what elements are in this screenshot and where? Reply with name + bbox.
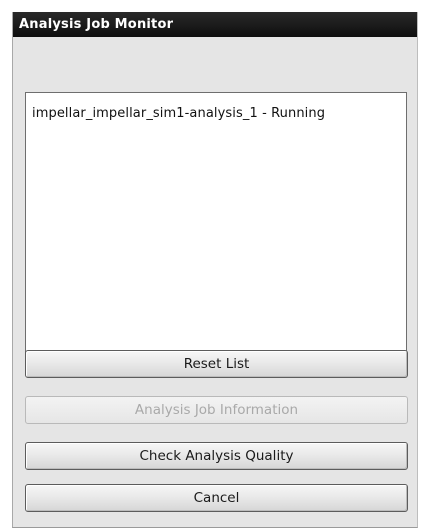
- list-item[interactable]: impellar_impellar_sim1-analysis_1 - Runn…: [32, 106, 325, 121]
- job-list[interactable]: impellar_impellar_sim1-analysis_1 - Runn…: [25, 92, 407, 358]
- analysis-job-information-button: Analysis Job Information: [25, 396, 408, 424]
- cancel-button[interactable]: Cancel: [25, 484, 408, 512]
- analysis-job-monitor-dialog: Analysis Job Monitor impellar_impellar_s…: [12, 12, 418, 528]
- dialog-title: Analysis Job Monitor: [19, 17, 174, 32]
- title-bar[interactable]: Analysis Job Monitor: [13, 12, 417, 37]
- check-analysis-quality-button[interactable]: Check Analysis Quality: [25, 442, 408, 470]
- reset-list-button[interactable]: Reset List: [25, 350, 408, 378]
